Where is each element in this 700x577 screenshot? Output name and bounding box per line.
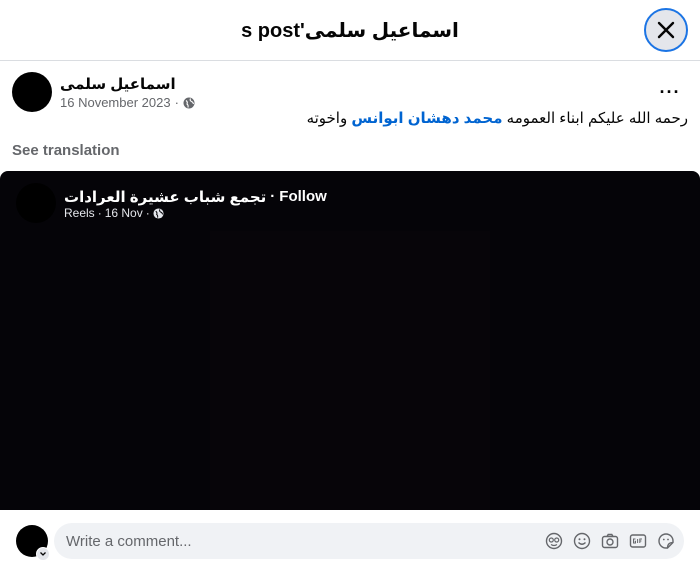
gif-button[interactable] bbox=[628, 531, 648, 551]
reel-meta: Reels · 16 Nov · bbox=[64, 206, 164, 220]
sticker-icon bbox=[658, 533, 674, 549]
close-button[interactable] bbox=[644, 8, 688, 52]
chevron-down-icon bbox=[40, 552, 46, 556]
more-icon: ··· bbox=[659, 81, 681, 102]
meta-dot: · bbox=[97, 206, 102, 220]
avatar-sticker-icon bbox=[545, 532, 563, 550]
reel-header: تجمع شباب عشيرة العرادات · Follow bbox=[64, 188, 327, 206]
globe-icon bbox=[183, 97, 195, 108]
post-author-row: اسماعيل سلمى 16 November 2023 · ··· bbox=[12, 72, 688, 112]
reel-date[interactable]: 16 Nov bbox=[105, 206, 143, 220]
author-name[interactable]: اسماعيل سلمى bbox=[60, 75, 176, 93]
dialog-header: s post'اسماعيل سلمى bbox=[0, 0, 700, 61]
reel-video-frame[interactable] bbox=[210, 231, 490, 510]
gif-icon bbox=[629, 534, 647, 548]
post-text-end: واخوته bbox=[306, 110, 352, 127]
sticker-button[interactable] bbox=[656, 531, 676, 551]
dialog-title: s post'اسماعيل سلمى bbox=[241, 20, 459, 42]
meta-separator: · bbox=[174, 95, 179, 110]
post-text: رحمه الله عليكم ابناء العمومه محمد دهشان… bbox=[12, 109, 688, 129]
mention-link[interactable]: محمد دهشان ابوانس bbox=[351, 110, 502, 127]
see-translation-link[interactable]: See translation bbox=[12, 142, 120, 159]
comment-input[interactable] bbox=[66, 523, 536, 559]
title-dot: · bbox=[270, 188, 276, 205]
profile-switch-button[interactable] bbox=[36, 547, 50, 561]
page-name[interactable]: تجمع شباب عشيرة العرادات bbox=[64, 188, 266, 206]
avatar-sticker-button[interactable] bbox=[544, 531, 564, 551]
shared-reel[interactable]: تجمع شباب عشيرة العرادات · Follow Reels … bbox=[0, 171, 700, 510]
globe-icon bbox=[153, 207, 164, 219]
comment-tools bbox=[544, 531, 676, 551]
reel-type[interactable]: Reels bbox=[64, 206, 95, 220]
emoji-icon bbox=[573, 532, 591, 550]
emoji-button[interactable] bbox=[572, 531, 592, 551]
meta-dot-2: · bbox=[145, 206, 150, 220]
post-date[interactable]: 16 November 2023 bbox=[60, 95, 171, 110]
more-options-button[interactable]: ··· bbox=[656, 78, 684, 106]
author-avatar[interactable] bbox=[12, 72, 52, 112]
camera-button[interactable] bbox=[600, 531, 620, 551]
comment-composer bbox=[0, 511, 700, 577]
comment-box[interactable] bbox=[54, 523, 684, 559]
close-icon bbox=[657, 21, 675, 39]
page-avatar[interactable] bbox=[16, 183, 56, 223]
camera-icon bbox=[601, 533, 619, 549]
post-meta: 16 November 2023 · bbox=[60, 95, 195, 110]
post-text-start: رحمه الله عليكم ابناء العمومه bbox=[502, 110, 688, 127]
follow-button[interactable]: Follow bbox=[279, 188, 327, 206]
